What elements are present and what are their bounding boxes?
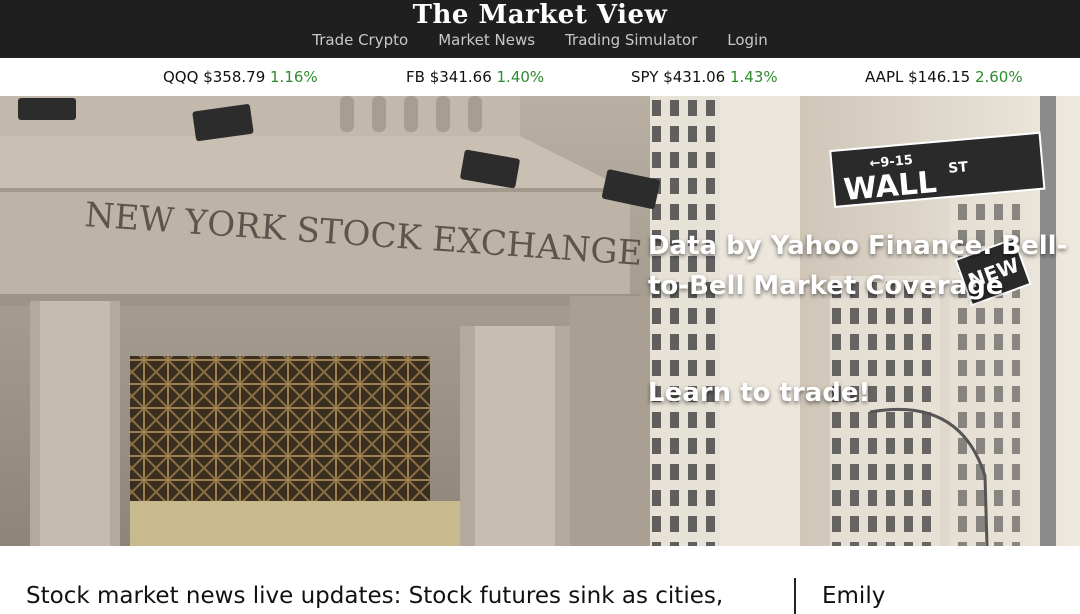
ticker-item-spy[interactable]: SPY $431.06 1.43% xyxy=(631,58,778,96)
ticker-symbol: QQQ xyxy=(163,68,199,86)
sign-st: ST xyxy=(948,159,969,177)
site-logo-title[interactable]: The Market View xyxy=(0,0,1080,30)
nav-trading-simulator[interactable]: Trading Simulator xyxy=(565,30,697,50)
ticker-change: 1.43% xyxy=(730,68,778,86)
ticker-price: $358.79 xyxy=(203,68,266,86)
user-name: Emily xyxy=(822,583,886,609)
ticker-change: 2.60% xyxy=(974,68,1023,86)
ticker-symbol: FB xyxy=(406,68,425,86)
ticker-price: $431.06 xyxy=(663,68,726,86)
nav-market-news[interactable]: Market News xyxy=(438,30,535,50)
ticker-price: $146.15 xyxy=(908,68,971,86)
learn-to-trade-link[interactable]: Learn to trade! xyxy=(648,373,870,413)
nav-login[interactable]: Login xyxy=(727,30,767,50)
ticker-change: 1.40% xyxy=(496,68,545,86)
ticker-change: 1.16% xyxy=(270,68,318,86)
hero-banner: ←9-15 WALL ST NEW NEW YORK STOCK EXCHANG… xyxy=(0,96,1080,546)
ticker-item-qqq[interactable]: QQQ $358.79 1.16% xyxy=(163,58,318,96)
hero-tagline: Data by Yahoo Finance. Bell-to-Bell Mark… xyxy=(648,231,1068,301)
ticker-item-aapl[interactable]: AAPL $146.15 2.60% xyxy=(865,58,1023,96)
ticker-price: $341.66 xyxy=(429,68,492,86)
ticker-item-fb[interactable]: FB $341.66 1.40% xyxy=(406,58,544,96)
hero-image-wall-street: ←9-15 WALL ST NEW NEW YORK STOCK EXCHANG… xyxy=(0,96,1080,546)
stock-ticker: QQQ $358.79 1.16% FB $341.66 1.40% SPY $… xyxy=(0,58,1080,96)
nav-trade-crypto[interactable]: Trade Crypto xyxy=(312,30,408,50)
top-header: The Market View Trade Crypto Market News… xyxy=(0,0,1080,58)
vertical-divider xyxy=(794,578,796,614)
ticker-symbol: SPY xyxy=(631,68,659,86)
main-nav: Trade Crypto Market News Trading Simulat… xyxy=(0,30,1080,50)
news-headline[interactable]: Stock market news live updates: Stock fu… xyxy=(26,578,766,614)
ticker-symbol: AAPL xyxy=(865,68,904,86)
